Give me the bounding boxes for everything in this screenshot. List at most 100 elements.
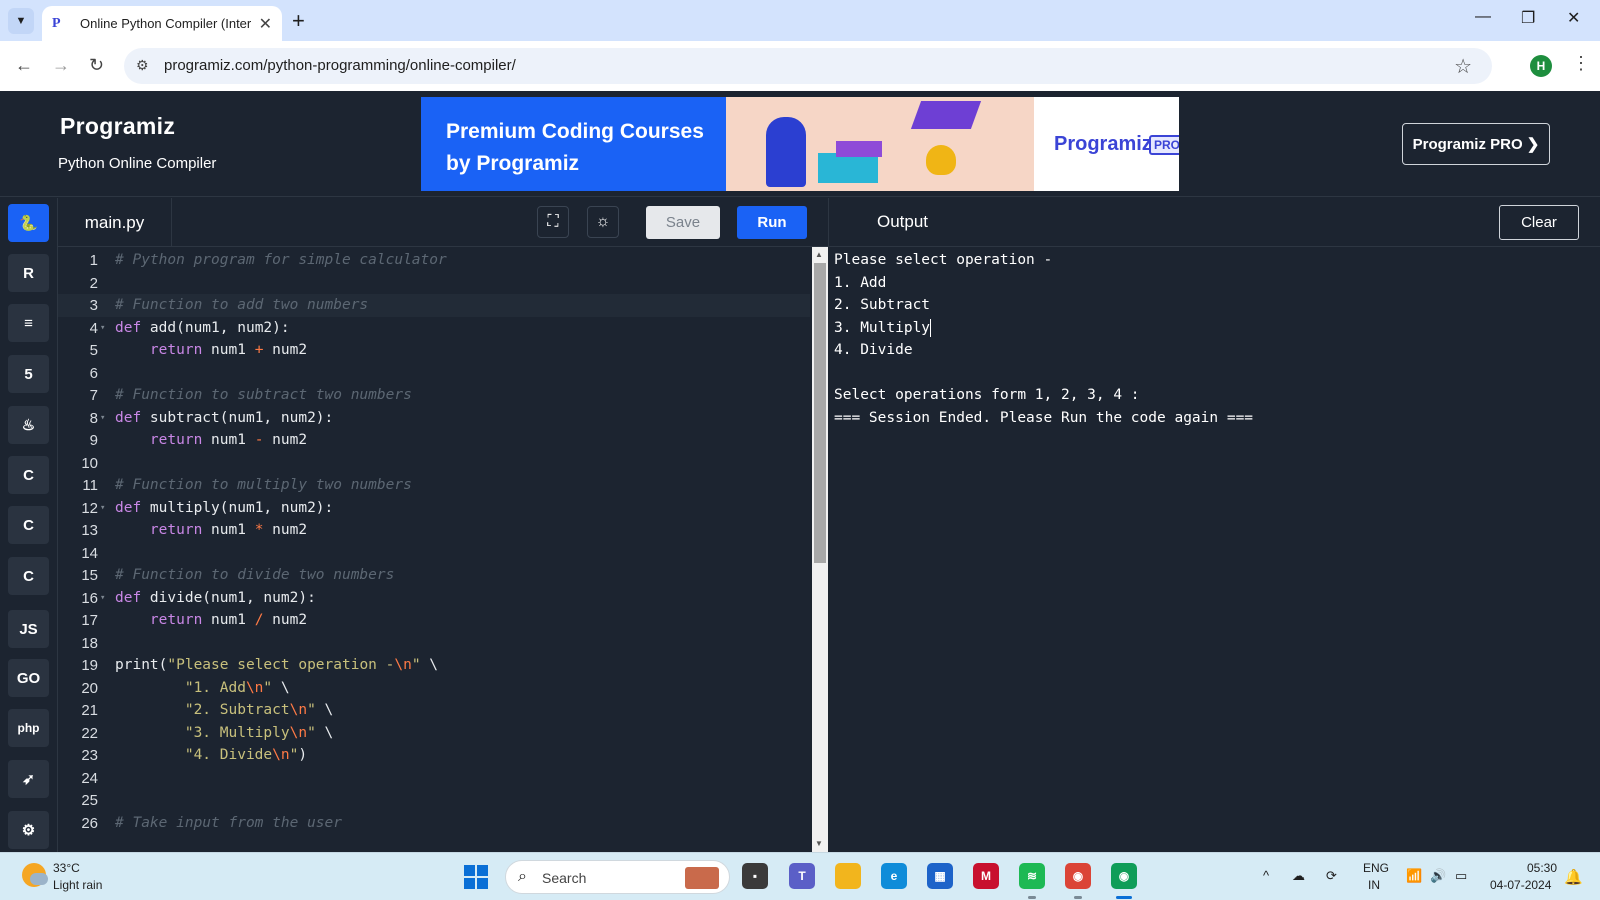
span <box>477 865 488 876</box>
line-number: 10 <box>81 454 98 472</box>
weather-temperature[interactable]: 33°C <box>53 861 80 875</box>
output-text: 4. Divide <box>834 342 913 358</box>
omnibox[interactable]: ⚙ programiz.com/python-programming/onlin… <box>124 48 1492 84</box>
art-cap <box>910 101 982 129</box>
html5-icon[interactable]: 5 <box>8 355 49 393</box>
programiz-pro-button[interactable]: Programiz PRO ❯ <box>1402 123 1550 165</box>
java-icon[interactable]: ♨ <box>8 406 49 444</box>
clear-button[interactable]: Clear <box>1499 205 1579 240</box>
fold-chevron-icon[interactable]: ▾ <box>100 497 105 520</box>
window-close-icon[interactable]: ✕ <box>1567 8 1580 28</box>
line-number: 12 <box>81 499 98 517</box>
language-indicator[interactable]: ENG <box>1363 861 1389 875</box>
sync-icon[interactable]: ⟳ <box>1326 868 1337 884</box>
teams-icon[interactable]: T <box>789 863 815 889</box>
fold-chevron-icon[interactable]: ▾ <box>100 317 105 340</box>
minimize-icon[interactable]: — <box>1475 8 1491 26</box>
folder-icon[interactable] <box>835 863 861 889</box>
save-button[interactable]: Save <box>646 206 720 239</box>
fold-chevron-icon[interactable]: ▾ <box>100 587 105 610</box>
code-line: 19 print("Please select operation -\n" \ <box>58 654 810 677</box>
swift-icon[interactable]: ➶ <box>8 760 49 798</box>
notification-bell-icon[interactable]: 🔔 <box>1564 868 1583 886</box>
code-token: "4. Divide <box>184 747 273 763</box>
code-text: def divide(num1, num2): <box>115 587 316 610</box>
scroll-thumb[interactable] <box>814 263 826 563</box>
spotify-icon[interactable]: ≋ <box>1019 863 1045 889</box>
c-icon[interactable]: C <box>8 456 49 494</box>
banner-programiz-logo: Programiz <box>1054 133 1152 155</box>
code-line: 6 <box>58 362 810 385</box>
language-region[interactable]: IN <box>1368 878 1380 892</box>
tab-close-icon[interactable]: ✕ <box>259 14 272 34</box>
fullscreen-icon[interactable]: ⛶ <box>537 206 569 238</box>
wifi-icon[interactable]: 📶 <box>1406 868 1422 884</box>
line-number: 24 <box>81 769 98 787</box>
python-icon[interactable]: 🐍 <box>8 204 49 242</box>
ad-banner[interactable]: Premium Coding Courses by Programiz Prog… <box>421 97 1179 191</box>
code-editor[interactable]: 1 # Python program for simple calculator 2… <box>58 247 810 852</box>
store-icon[interactable]: ▦ <box>927 863 953 889</box>
weather-cloud-icon <box>30 873 48 885</box>
clock-time[interactable]: 05:30 <box>1527 861 1557 875</box>
windows-start-icon[interactable] <box>464 865 488 889</box>
browser-menu-icon[interactable]: ⋮ <box>1572 53 1590 74</box>
new-tab-plus-icon[interactable]: + <box>292 8 305 34</box>
database-icon[interactable]: ≡ <box>8 304 49 342</box>
editor-scrollbar[interactable]: ▲ ▼ <box>812 247 828 852</box>
weather-description[interactable]: Light rain <box>53 878 102 892</box>
edge-icon[interactable]: e <box>881 863 907 889</box>
bookmark-star-icon[interactable]: ☆ <box>1454 54 1472 79</box>
scroll-down-icon[interactable]: ▼ <box>815 839 823 848</box>
file-explorer-icon[interactable]: ▪ <box>742 863 768 889</box>
volume-icon[interactable]: 🔊 <box>1430 868 1446 884</box>
search-icon: ⌕ <box>518 868 527 885</box>
output-line: 1. Add <box>834 272 886 295</box>
line-number: 22 <box>81 724 98 742</box>
browser-tab-active[interactable]: P Online Python Compiler (Interp ✕ <box>42 6 282 41</box>
profile-avatar[interactable]: H <box>1530 55 1552 77</box>
line-number: 5 <box>89 342 98 359</box>
url-text[interactable]: programiz.com/python-programming/online-… <box>164 57 516 74</box>
show-hidden-icons-chevron-icon[interactable]: ^ <box>1263 868 1269 883</box>
scroll-up-icon[interactable]: ▲ <box>815 250 823 259</box>
mcafee-icon[interactable]: M <box>973 863 999 889</box>
reload-icon[interactable]: ↻ <box>89 55 104 76</box>
code-token: "Please select operation - <box>167 657 395 673</box>
back-arrow-icon[interactable]: ← <box>15 55 33 76</box>
chrome-profile-icon[interactable]: ◉ <box>1111 863 1137 889</box>
restore-icon[interactable]: ❐ <box>1521 8 1535 28</box>
r-icon[interactable]: R <box>8 254 49 292</box>
code-line: 4 ▾ def add(num1, num2): <box>58 317 810 340</box>
clock-date[interactable]: 04-07-2024 <box>1490 878 1551 892</box>
code-text: # Function to multiply two numbers <box>115 474 412 497</box>
onedrive-cloud-icon[interactable]: ☁ <box>1292 868 1305 884</box>
javascript-icon[interactable]: JS <box>8 610 49 648</box>
line-number: 20 <box>81 679 98 697</box>
code-token: \n <box>289 724 308 741</box>
line-number: 13 <box>81 522 98 539</box>
chrome-icon[interactable]: ◉ <box>1065 863 1091 889</box>
output-console[interactable]: Please select operation - 1. Add 2. Subtra… <box>828 247 1600 852</box>
csharp-icon[interactable]: C <box>8 557 49 595</box>
battery-icon[interactable]: ▭ <box>1455 868 1467 884</box>
line-number: 23 <box>81 747 98 764</box>
programiz-logo[interactable]: Programiz <box>60 113 175 140</box>
fold-chevron-icon[interactable]: ▾ <box>100 407 105 430</box>
php-icon[interactable]: php <box>8 709 49 747</box>
line-number: 1 <box>89 252 98 269</box>
code-token: print( <box>115 657 168 673</box>
output-text: Please select operation - <box>834 252 1053 268</box>
output-line: 4. Divide <box>834 339 913 362</box>
taskbar-search[interactable]: ⌕ Search <box>505 860 730 894</box>
tab-search-chevron-icon[interactable]: ▼ <box>8 8 34 34</box>
rust-icon[interactable]: ⚙ <box>8 811 49 849</box>
code-token: " <box>307 724 316 741</box>
go-icon[interactable]: GO <box>8 659 49 697</box>
file-tab-main-py[interactable]: main.py <box>58 198 172 247</box>
run-button[interactable]: Run <box>737 206 807 239</box>
theme-toggle-sun-icon[interactable]: ☼ <box>587 206 619 238</box>
forward-arrow-icon[interactable]: → <box>52 55 70 76</box>
site-info-icon[interactable]: ⚙ <box>136 57 149 74</box>
cpp-icon[interactable]: C <box>8 506 49 544</box>
